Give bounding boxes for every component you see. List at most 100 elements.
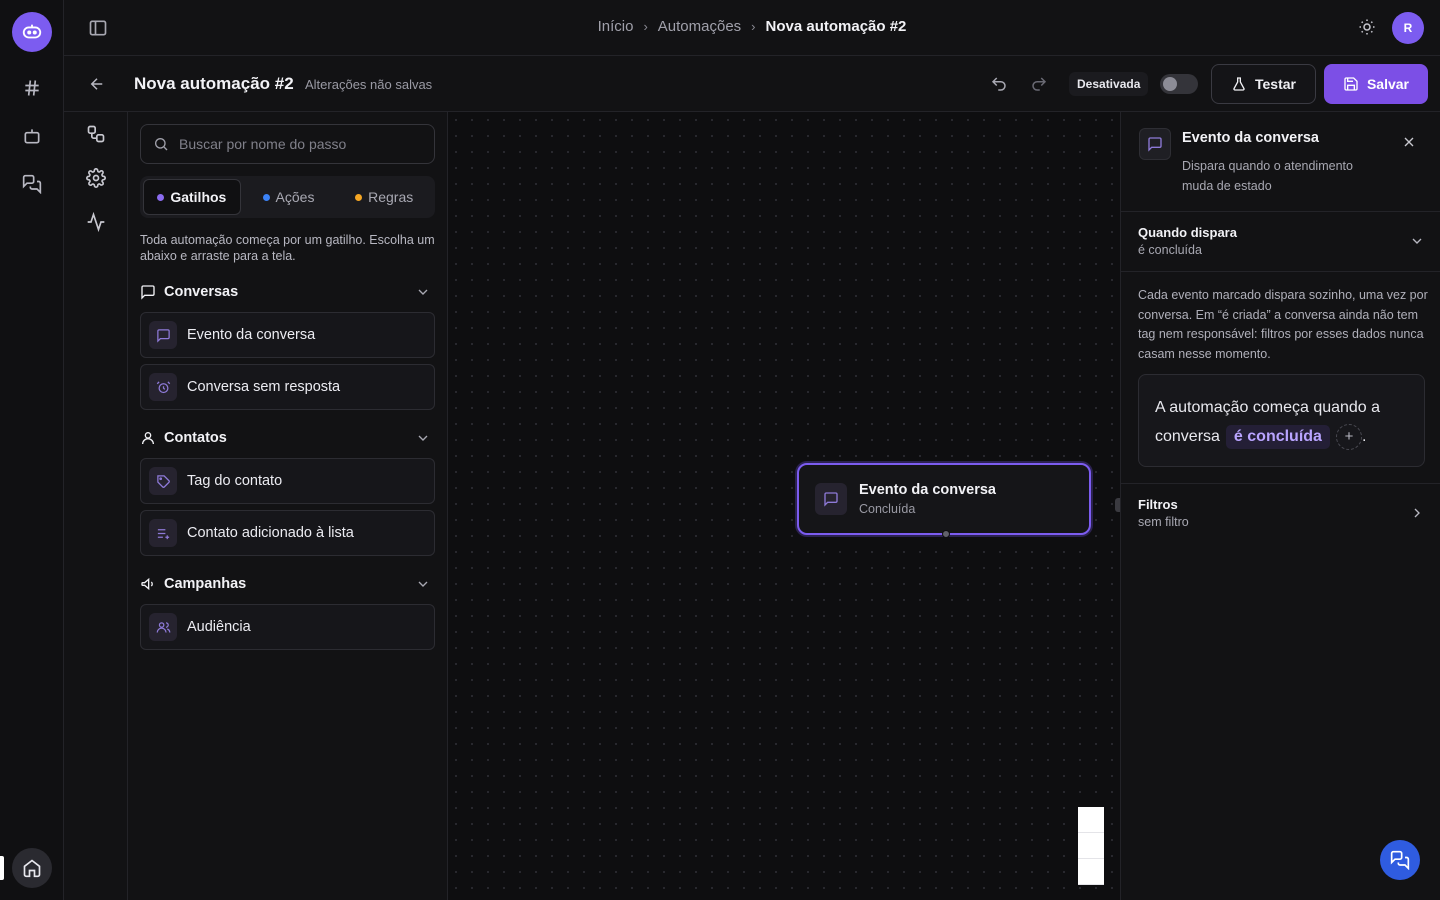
search-field[interactable] [140, 124, 435, 164]
event-pill[interactable]: é concluída [1225, 425, 1330, 449]
close-icon [1404, 137, 1414, 147]
back-button[interactable] [88, 75, 106, 93]
zoom-out-button[interactable] [1078, 833, 1104, 859]
step-label: Conversa sem resposta [187, 379, 341, 395]
trigger-note: Cada evento marcado dispara sozinho, uma… [1138, 288, 1428, 361]
triggers-dot [157, 193, 165, 201]
group-contacts[interactable]: Contatos [140, 426, 435, 450]
sentence-suffix: . [1361, 428, 1367, 445]
node-title: Evento da conversa [859, 482, 996, 498]
breadcrumb: Início › Automações › Nova automação #2 [64, 18, 1440, 35]
search-input[interactable] [179, 136, 419, 152]
step-contact-tag[interactable]: Tag do contato [140, 458, 435, 504]
message-square-icon [1139, 128, 1171, 160]
node-text: Evento da conversa Concluída [859, 482, 996, 516]
search-icon [155, 138, 168, 151]
close-button[interactable] [1401, 134, 1417, 150]
filters-label: Filtros [1138, 497, 1178, 512]
rules-dot [355, 193, 363, 201]
trigger-node[interactable]: Evento da conversa Concluída [797, 463, 1091, 538]
rail-steps-button[interactable] [76, 114, 116, 154]
step-type-tabs: Gatilhos Ações Regras [140, 176, 435, 218]
add-event-button[interactable]: + [1335, 423, 1362, 450]
triggers-intro-text: Toda automação começa por um gatilho. Es… [140, 233, 435, 263]
group-conversations-label: Conversas [164, 284, 239, 300]
tab-triggers[interactable]: Gatilhos [143, 179, 241, 215]
node-subtitle: Concluída [859, 502, 916, 516]
rail-home-button[interactable] [12, 848, 52, 888]
filters-value: sem filtro [1138, 515, 1189, 529]
list-plus-icon [149, 519, 177, 547]
node-output-port[interactable] [942, 530, 950, 538]
theme-toggle-button[interactable] [1358, 18, 1376, 36]
rail-conversations-button[interactable] [12, 164, 52, 204]
brand-logo[interactable] [12, 12, 52, 52]
bot-icon [24, 129, 40, 144]
app-rail [0, 0, 64, 900]
tab-rules-label: Regras [368, 189, 414, 205]
fit-view-button[interactable] [1078, 859, 1104, 885]
group-conversations[interactable]: Conversas [140, 280, 435, 304]
divider [1121, 483, 1440, 484]
actions-dot [262, 193, 270, 201]
rail-activity-button[interactable] [76, 202, 116, 242]
breadcrumb-home-link[interactable]: Início [598, 18, 634, 35]
step-conversation-event[interactable]: Evento da conversa [140, 312, 435, 358]
step-unanswered-conversation[interactable]: Conversa sem resposta [140, 364, 435, 410]
flow-canvas[interactable]: Evento da conversa Concluída [448, 112, 1125, 900]
canvas-controls[interactable] [1078, 807, 1104, 885]
chevron-right-icon: › [751, 19, 756, 34]
message-square-icon [141, 285, 155, 300]
save-button-label: Salvar [1366, 76, 1410, 92]
gear-icon [86, 168, 106, 188]
redo-button[interactable] [1030, 75, 1048, 93]
home-icon [23, 859, 41, 878]
step-audience[interactable]: Audiência [140, 604, 435, 650]
automation-title[interactable]: Nova automação #2 [134, 74, 294, 94]
step-label: Audiência [187, 619, 251, 635]
redo-icon [1032, 77, 1047, 91]
trigger-sentence: A automação começa quando a conversa é co… [1138, 374, 1425, 467]
rail-channels-button[interactable] [12, 68, 52, 108]
tab-actions[interactable]: Ações [241, 179, 337, 215]
chat-icon [1390, 850, 1410, 870]
save-button[interactable]: Salvar [1324, 64, 1428, 104]
active-marker [0, 856, 4, 880]
divider [1121, 271, 1440, 272]
step-label: Evento da conversa [187, 327, 316, 343]
unsaved-status: Alterações não salvas [305, 77, 433, 92]
alarm-clock-icon [149, 373, 177, 401]
sun-icon [1359, 19, 1375, 35]
users-icon [149, 613, 177, 641]
group-campaigns-label: Campanhas [164, 576, 247, 592]
step-label: Contato adicionado à lista [187, 525, 354, 541]
chevron-right-icon: › [643, 19, 648, 34]
chevron-down-icon [1412, 238, 1422, 244]
chevron-down-icon [418, 581, 428, 587]
activity-icon [87, 212, 105, 232]
step-label: Tag do contato [187, 473, 283, 489]
zoom-in-button[interactable] [1078, 807, 1104, 833]
test-button-label: Testar [1255, 76, 1296, 92]
save-icon [1344, 77, 1358, 91]
breadcrumb-automations-link[interactable]: Automações [658, 18, 741, 35]
group-campaigns[interactable]: Campanhas [140, 572, 435, 596]
undo-icon [991, 77, 1006, 91]
activation-toggle[interactable] [1160, 74, 1198, 94]
bot-logo-icon [22, 24, 42, 39]
top-bar: Início › Automações › Nova automação #2 … [64, 0, 1440, 56]
rail-settings-button[interactable] [76, 158, 116, 198]
hash-icon [25, 80, 39, 96]
status-badge: Desativada [1069, 72, 1149, 96]
support-chat-button[interactable] [1380, 840, 1420, 880]
workflow-icon [87, 125, 105, 143]
test-button[interactable]: Testar [1211, 64, 1316, 104]
tag-icon [149, 467, 177, 495]
undo-button[interactable] [990, 75, 1008, 93]
editor-toolbar: Nova automação #2 Alterações não salvas … [64, 56, 1440, 112]
rail-bots-button[interactable] [12, 116, 52, 156]
user-avatar[interactable]: R [1392, 12, 1424, 44]
step-contact-added-to-list[interactable]: Contato adicionado à lista [140, 510, 435, 556]
tab-rules[interactable]: Regras [336, 179, 432, 215]
steps-panel: Gatilhos Ações Regras Toda automação com… [128, 112, 448, 900]
